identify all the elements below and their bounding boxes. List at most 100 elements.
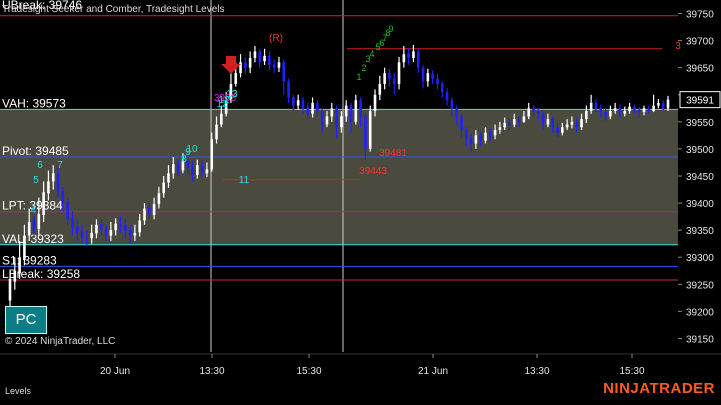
price-bar-body	[133, 232, 137, 236]
price-bar-body	[32, 219, 36, 231]
price-axis-label: 39500	[686, 145, 714, 156]
price-bar-body	[604, 112, 607, 117]
price-bar-body	[191, 167, 194, 175]
price-bar-body	[8, 278, 12, 301]
price-bar-body	[325, 116, 329, 125]
price-bar-body	[599, 108, 603, 113]
level-label-s1: S1: 39283	[2, 253, 57, 267]
price-axis-label: 39200	[686, 307, 714, 318]
price-bar-body	[637, 109, 641, 113]
price-bar-body	[474, 135, 478, 144]
price-bar-body	[138, 220, 141, 233]
price-bar-body	[532, 108, 535, 112]
level-label-vah: VAH: 39573	[2, 96, 66, 110]
price-bar-body	[13, 270, 17, 282]
price-bar-body	[445, 92, 449, 101]
price-bar-body	[421, 67, 425, 82]
indicator-title: Tradesight Seeker and Comber, Tradesight…	[2, 4, 225, 15]
price-bar-body	[215, 124, 218, 140]
price-bar-body	[234, 73, 238, 84]
price-bar-body	[594, 102, 598, 109]
setup-count-green: 9	[388, 24, 393, 34]
setup-count-cyan: 5	[33, 175, 39, 186]
price-bar-body	[239, 62, 242, 74]
price-bar-body	[541, 113, 545, 125]
setup-count-cyan: 10	[186, 144, 198, 155]
pc-button[interactable]: PC	[5, 306, 47, 334]
price-bar-body	[575, 121, 579, 128]
price-bar-body	[335, 108, 338, 128]
price-bar-body	[609, 111, 612, 117]
price-bar-body	[248, 57, 252, 68]
price-bar-body	[657, 102, 660, 106]
price-bar-body	[661, 102, 665, 109]
setup-count-cyan: 13	[226, 89, 238, 100]
price-bar-body	[537, 111, 540, 114]
chart-annotation: 39481	[379, 148, 407, 159]
price-bar-body	[397, 62, 401, 84]
price-bar-body	[258, 51, 262, 63]
price-bar-body	[99, 223, 103, 230]
price-bar-body	[368, 111, 372, 149]
price-bar-body	[570, 121, 574, 125]
price-bar-body	[388, 73, 391, 79]
price-bar-body	[450, 100, 454, 109]
price-bar-body	[56, 172, 60, 193]
time-axis-label: 15:30	[619, 366, 644, 377]
price-bar-body	[171, 164, 175, 174]
price-bar-body	[364, 116, 367, 149]
price-bar-body	[186, 160, 190, 168]
price-bar-body	[469, 138, 473, 144]
price-bar-body	[522, 116, 526, 122]
price-axis-label: 39550	[686, 118, 714, 129]
price-bar-body	[513, 119, 516, 125]
price-bar-body	[412, 51, 415, 58]
price-bar-body	[90, 232, 93, 239]
price-bar-body	[642, 108, 646, 113]
price-bar-body	[220, 113, 223, 125]
price-axis-label: 39650	[686, 64, 714, 75]
price-bar-body	[613, 108, 617, 112]
price-bar-body	[666, 99, 670, 109]
price-bar-body	[167, 173, 170, 183]
setup-count-cyan: 4	[30, 205, 36, 216]
price-axis-label: 39700	[686, 37, 714, 48]
setup-count-green: 4	[369, 49, 374, 59]
price-bar-body	[23, 235, 26, 260]
price-bar-body	[42, 192, 45, 215]
time-axis-label: 21 Jun	[418, 366, 448, 377]
price-bar-body	[392, 78, 396, 84]
chart-annotation: 3	[675, 41, 681, 52]
setup-count-green: 2	[361, 63, 366, 73]
price-bar-body	[306, 106, 310, 114]
price-bar-body	[546, 119, 550, 125]
price-bar-body	[628, 106, 631, 112]
price-bar-body	[498, 127, 502, 130]
price-bar-body	[316, 102, 319, 112]
price-axis-label: 39150	[686, 334, 714, 345]
price-bar-body	[210, 139, 214, 170]
levels-tab[interactable]: Levels	[5, 386, 31, 396]
price-bar-body	[426, 73, 430, 82]
price-bar-body	[152, 204, 156, 215]
price-bar-body	[383, 73, 386, 84]
setup-count-green: 1	[356, 72, 361, 82]
price-bar-body	[200, 165, 204, 174]
price-bar-body	[71, 218, 74, 228]
price-bar-body	[373, 94, 377, 112]
price-bar-body	[508, 122, 511, 125]
price-axis-label: 39400	[686, 199, 714, 210]
price-bar-body	[503, 122, 507, 128]
price-bar-body	[436, 78, 439, 84]
price-bar-body	[359, 100, 362, 117]
price-bar-body	[66, 201, 69, 220]
price-bar-body	[585, 111, 588, 120]
time-axis-label: 13:30	[199, 366, 224, 377]
price-bar-body	[296, 100, 300, 106]
price-bar-body	[119, 223, 122, 226]
price-bar-body	[61, 191, 65, 204]
price-bar-body	[551, 119, 555, 128]
price-bar-body	[647, 108, 651, 112]
price-bar-body	[488, 132, 492, 136]
price-bar-body	[85, 237, 89, 239]
